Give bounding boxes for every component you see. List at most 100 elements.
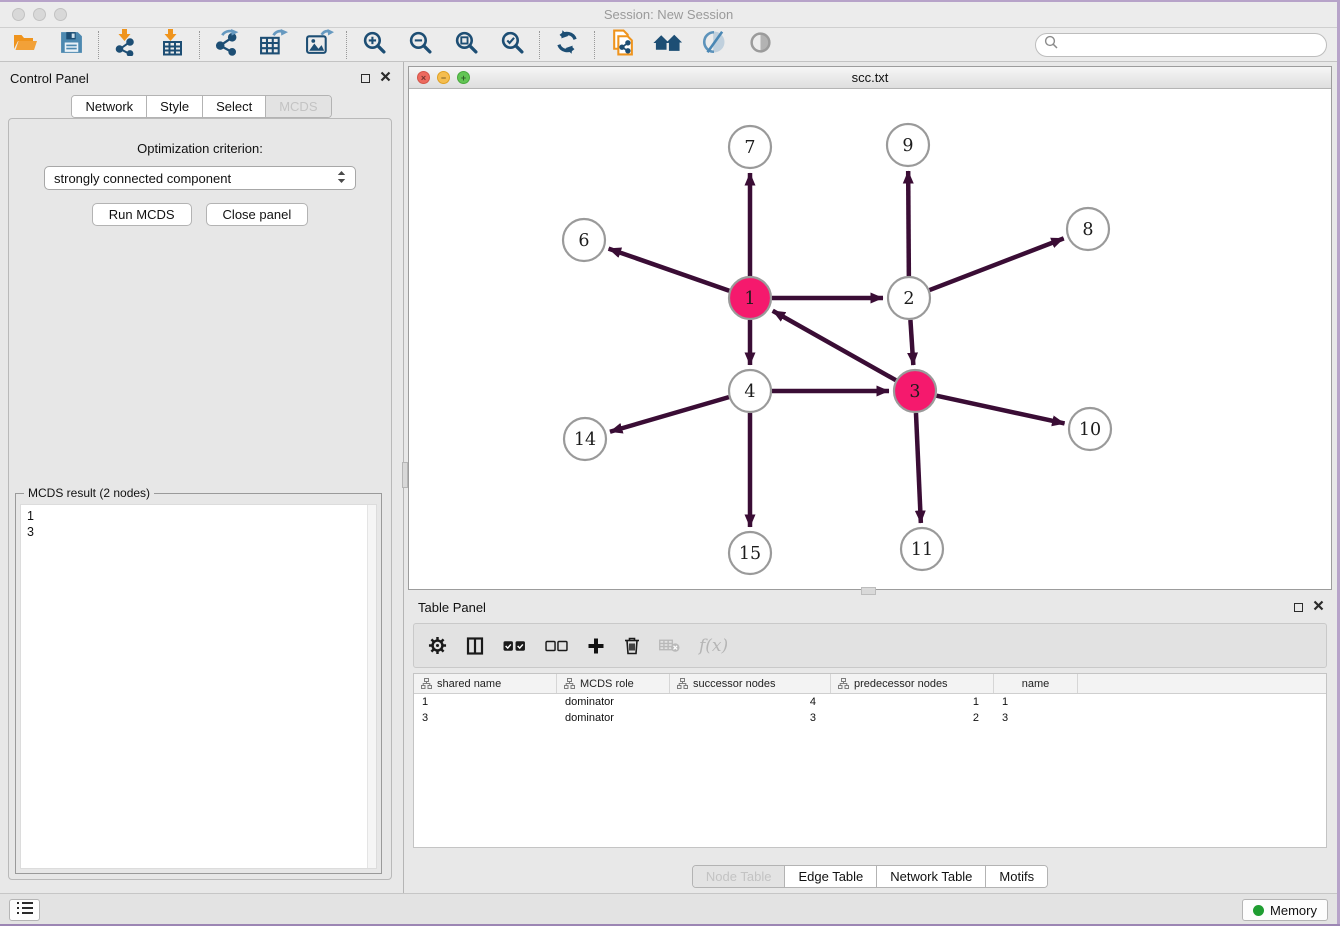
column-header-successor-nodes[interactable]: successor nodes (670, 674, 831, 693)
network-close-button[interactable]: × (417, 71, 430, 84)
tab-node-table[interactable]: Node Table (693, 866, 785, 887)
mcds-tab-content: Optimization criterion: strongly connect… (8, 118, 392, 880)
close-panel-icon[interactable] (380, 69, 391, 87)
tab-mcds[interactable]: MCDS (265, 96, 330, 117)
table-settings-button[interactable] (428, 636, 447, 655)
table-tabs: Node TableEdge TableNetwork TableMotifs (692, 865, 1048, 888)
tab-edge-table[interactable]: Edge Table (784, 866, 876, 887)
graph-edge-2-8[interactable] (930, 238, 1064, 290)
horizontal-splitter-handle[interactable] (861, 587, 876, 595)
graph-edge-3-11[interactable] (916, 413, 921, 523)
open-session-button[interactable] (10, 30, 40, 60)
toolbar-separator (594, 31, 595, 59)
export-network-button[interactable] (212, 30, 242, 60)
task-history-button[interactable] (9, 899, 40, 921)
save-session-button[interactable] (56, 30, 86, 60)
search-input[interactable] (1063, 37, 1318, 53)
column-header-shared-name[interactable]: shared name (414, 674, 557, 693)
column-header-MCDS-role[interactable]: MCDS role (557, 674, 670, 693)
graph-edge-3-1[interactable] (773, 311, 896, 380)
session-title: Session: New Session (0, 7, 1337, 22)
hide-selected-button[interactable] (745, 30, 775, 60)
table-cell[interactable]: 3 (414, 712, 557, 724)
delete-column-button[interactable] (624, 636, 640, 655)
zoom-in-button[interactable] (359, 30, 389, 60)
zoom-selected-icon (500, 30, 525, 60)
result-scrollbar[interactable] (367, 505, 376, 868)
export-table-icon (259, 29, 288, 61)
save-floppy-icon (59, 30, 84, 60)
show-columns-button[interactable] (466, 637, 484, 655)
graph-edge-4-14[interactable] (610, 397, 729, 432)
table-row[interactable]: 1dominator411 (414, 694, 1326, 710)
window-titlebar: Session: New Session (0, 2, 1337, 28)
zoom-out-button[interactable] (405, 30, 435, 60)
graph-edge-2-3[interactable] (910, 320, 913, 365)
show-all-button[interactable] (653, 30, 683, 60)
table-cell[interactable]: 1 (831, 696, 994, 708)
tab-style[interactable]: Style (146, 96, 202, 117)
import-network-button[interactable] (111, 30, 141, 60)
table-panel-title: Table Panel (418, 600, 486, 615)
table-body: 1dominator4113dominator323 (414, 694, 1326, 726)
graph-node-label-10: 10 (1079, 420, 1101, 440)
apply-layout-button[interactable] (552, 30, 582, 60)
table-cell[interactable]: dominator (557, 696, 670, 708)
table-cell[interactable]: 3 (994, 712, 1078, 724)
column-header-filler (1078, 674, 1326, 693)
graph-edge-1-6[interactable] (609, 249, 730, 291)
network-minimize-button[interactable]: − (437, 71, 450, 84)
table-cell[interactable]: 1 (414, 696, 557, 708)
table-cell[interactable]: 2 (831, 712, 994, 724)
apply-style-button[interactable] (699, 30, 729, 60)
mcds-result-group: MCDS result (2 nodes) 1 3 (15, 493, 382, 874)
function-builder-button-disabled[interactable]: f(x) (699, 636, 728, 656)
copy-network-icon (609, 29, 636, 61)
graph-node-label-11: 11 (911, 540, 933, 560)
zoom-in-icon (362, 30, 387, 60)
table-cell[interactable]: dominator (557, 712, 670, 724)
memory-status-icon (1253, 905, 1264, 916)
vertical-splitter-handle[interactable] (402, 462, 408, 488)
graph-node-label-3: 3 (909, 382, 920, 402)
table-cell[interactable]: 3 (670, 712, 831, 724)
delete-table-button-disabled[interactable] (659, 638, 680, 653)
float-panel-icon[interactable] (361, 74, 370, 83)
column-header-predecessor-nodes[interactable]: predecessor nodes (831, 674, 994, 693)
graph-node-label-4: 4 (744, 382, 755, 402)
export-image-button[interactable] (304, 30, 334, 60)
import-table-button[interactable] (157, 30, 187, 60)
create-network-view-button[interactable] (607, 30, 637, 60)
mcds-result-area[interactable]: 1 3 (20, 504, 377, 869)
run-mcds-button[interactable]: Run MCDS (92, 203, 192, 226)
tab-network-table[interactable]: Network Table (876, 866, 985, 887)
tab-network[interactable]: Network (72, 96, 146, 117)
graph-node-label-7: 7 (744, 138, 755, 158)
deselect-all-rows-button[interactable] (545, 640, 568, 652)
mcds-result-title: MCDS result (2 nodes) (24, 486, 154, 500)
column-header-name[interactable]: name (994, 674, 1078, 693)
network-zoom-button[interactable]: + (457, 71, 470, 84)
add-column-button[interactable] (587, 637, 605, 655)
float-table-panel-icon[interactable] (1294, 603, 1303, 612)
graph-edge-3-10[interactable] (936, 396, 1064, 424)
contrast-circle-icon (748, 30, 773, 60)
criterion-select[interactable]: strongly connected component (44, 166, 356, 190)
network-canvas[interactable]: 7968124314101511 (409, 89, 1331, 589)
tab-motifs[interactable]: Motifs (985, 866, 1047, 887)
close-panel-button[interactable]: Close panel (206, 203, 309, 226)
select-all-rows-button[interactable] (503, 640, 526, 652)
import-network-icon (113, 29, 140, 61)
graph-edge-2-9[interactable] (908, 171, 909, 276)
table-cell[interactable]: 1 (994, 696, 1078, 708)
export-table-button[interactable] (258, 30, 288, 60)
zoom-selected-button[interactable] (497, 30, 527, 60)
table-cell[interactable]: 4 (670, 696, 831, 708)
zoom-fit-button[interactable] (451, 30, 481, 60)
table-row[interactable]: 3dominator323 (414, 710, 1326, 726)
tab-select[interactable]: Select (202, 96, 265, 117)
close-table-panel-icon[interactable] (1313, 598, 1324, 616)
export-network-icon (214, 29, 241, 61)
graph-svg[interactable]: 7968124314101511 (409, 89, 1331, 589)
memory-button[interactable]: Memory (1242, 899, 1328, 921)
